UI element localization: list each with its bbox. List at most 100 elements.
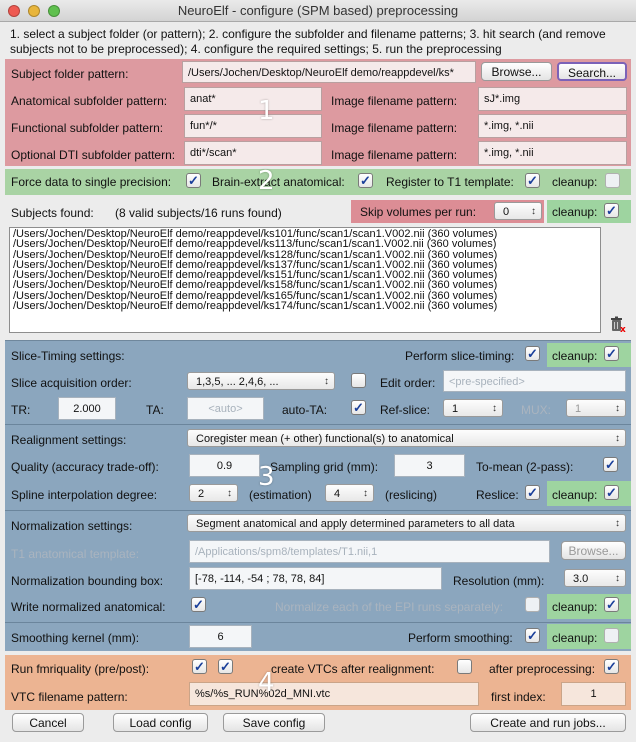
reslice-checkbox[interactable]: ✓ xyxy=(525,485,540,500)
fmriquality-post-checkbox[interactable]: ✓ xyxy=(218,659,233,674)
first-index-input[interactable]: 1 xyxy=(561,682,626,706)
tr-input[interactable]: 2.000 xyxy=(58,397,116,420)
reslice-label: Reslice: xyxy=(476,488,519,502)
write-anat-checkbox[interactable]: ✓ xyxy=(191,597,206,612)
edit-order-checkbox[interactable] xyxy=(351,373,366,388)
quality-input[interactable]: 0.9 xyxy=(189,454,260,477)
minimize-window-icon[interactable] xyxy=(28,5,40,17)
subjects-list[interactable]: /Users/Jochen/Desktop/NeuroElf demo/reap… xyxy=(9,227,601,333)
perform-smoothing-checkbox[interactable]: ✓ xyxy=(525,628,540,643)
section-marker-1: 1 xyxy=(258,96,275,126)
smoothing-cleanup-label: cleanup: xyxy=(552,631,598,645)
spline-label: Spline interpolation degree: xyxy=(11,488,158,502)
vtc-pattern-input[interactable]: %s/%s_RUN%02d_MNI.vtc xyxy=(189,682,479,706)
resolution-select[interactable]: 3.0 xyxy=(564,569,626,587)
bbox-input[interactable]: [-78, -114, -54 ; 78, 78, 84] xyxy=(189,567,442,590)
normalize-each-checkbox[interactable] xyxy=(525,597,540,612)
slice-timing-label: Slice-Timing settings: xyxy=(11,349,125,363)
brain-extract-checkbox[interactable]: ✓ xyxy=(358,173,373,188)
save-config-button[interactable]: Save config xyxy=(223,713,325,732)
t1-browse-button[interactable]: Browse... xyxy=(561,541,626,560)
func-image-input[interactable]: *.img, *.nii xyxy=(478,114,627,138)
subjects-cleanup-checkbox[interactable]: ✓ xyxy=(604,203,619,218)
spline-estimation-select[interactable]: 2 xyxy=(189,484,238,502)
norm-cleanup-checkbox[interactable]: ✓ xyxy=(604,597,619,612)
sampling-input[interactable]: 3 xyxy=(394,454,465,477)
after-preproc-checkbox[interactable]: ✓ xyxy=(604,659,619,674)
smoothing-input[interactable]: 6 xyxy=(189,625,252,648)
realign-cleanup-label: cleanup: xyxy=(552,488,598,502)
realign-select[interactable]: Coregister mean (+ other) functional(s) … xyxy=(187,429,626,447)
anat-subfolder-label: Anatomical subfolder pattern: xyxy=(11,94,168,108)
norm-select[interactable]: Segment anatomical and apply determined … xyxy=(187,514,626,532)
register-t1-label: Register to T1 template: xyxy=(386,175,514,189)
realign-cleanup-checkbox[interactable]: ✓ xyxy=(604,485,619,500)
dti-subfolder-label: Optional DTI subfolder pattern: xyxy=(11,148,176,162)
create-run-jobs-button[interactable]: Create and run jobs... xyxy=(470,713,626,732)
tr-label: TR: xyxy=(11,403,31,417)
fmriquality-label: Run fmriquality (pre/post): xyxy=(11,662,150,676)
slice-cleanup-checkbox[interactable]: ✓ xyxy=(604,346,619,361)
skip-volumes-stepper[interactable]: 0 xyxy=(494,202,542,220)
section-marker-3: 3 xyxy=(258,462,275,492)
perform-slice-timing-label: Perform slice-timing: xyxy=(405,349,515,363)
anat-image-input[interactable]: sJ*.img xyxy=(478,87,627,111)
list-item[interactable]: /Users/Jochen/Desktop/NeuroElf demo/reap… xyxy=(13,300,597,311)
create-vtcs-checkbox[interactable] xyxy=(457,659,472,674)
svg-text:x: x xyxy=(620,325,626,333)
subject-folder-label: Subject folder pattern: xyxy=(11,67,129,81)
section-marker-2: 2 xyxy=(258,166,275,196)
anat-image-label: Image filename pattern: xyxy=(331,94,458,108)
ref-slice-select[interactable]: 1 xyxy=(443,399,503,417)
perform-smoothing-label: Perform smoothing: xyxy=(408,631,513,645)
zoom-window-icon[interactable] xyxy=(48,5,60,17)
func-subfolder-input[interactable]: fun*/* xyxy=(184,114,322,138)
general-cleanup-label: cleanup: xyxy=(552,175,598,189)
acq-order-select[interactable]: 1,3,5, ... 2,4,6, ... xyxy=(187,372,335,390)
smoothing-label: Smoothing kernel (mm): xyxy=(11,631,140,645)
dti-image-input[interactable]: *.img, *.nii xyxy=(478,141,627,165)
write-anat-label: Write normalized anatomical: xyxy=(11,600,166,614)
norm-cleanup-label: cleanup: xyxy=(552,600,598,614)
load-config-button[interactable]: Load config xyxy=(113,713,208,732)
mux-select[interactable]: 1 xyxy=(566,399,626,417)
skip-volumes-label: Skip volumes per run: xyxy=(360,205,477,219)
general-cleanup-checkbox[interactable] xyxy=(605,173,620,188)
window-title: NeuroElf - configure (SPM based) preproc… xyxy=(177,3,459,18)
register-t1-checkbox[interactable]: ✓ xyxy=(525,173,540,188)
cancel-button[interactable]: Cancel xyxy=(12,713,84,732)
subjects-found-label: Subjects found: xyxy=(11,206,94,220)
func-subfolder-label: Functional subfolder pattern: xyxy=(11,121,164,135)
section-marker-4: 4 xyxy=(258,668,275,698)
auto-ta-label: auto-TA: xyxy=(282,403,328,417)
t1-template-input[interactable]: /Applications/spm8/templates/T1.nii,1 xyxy=(189,540,550,563)
smoothing-cleanup-checkbox[interactable] xyxy=(604,628,619,643)
subject-folder-input[interactable]: /Users/Jochen/Desktop/NeuroElf demo/reap… xyxy=(182,61,476,83)
close-window-icon[interactable] xyxy=(8,5,20,17)
sampling-label: Sampling grid (mm): xyxy=(270,460,379,474)
acq-order-label: Slice acquisition order: xyxy=(11,376,132,390)
spline-reslicing-select[interactable]: 4 xyxy=(325,484,374,502)
divider xyxy=(5,424,631,425)
single-precision-checkbox[interactable]: ✓ xyxy=(186,173,201,188)
fmriquality-pre-checkbox[interactable]: ✓ xyxy=(192,659,207,674)
ta-input[interactable]: <auto> xyxy=(187,397,264,420)
vtc-pattern-label: VTC filename pattern: xyxy=(11,690,128,704)
to-mean-checkbox[interactable]: ✓ xyxy=(603,457,618,472)
anat-subfolder-input[interactable]: anat* xyxy=(184,87,322,111)
perform-slice-timing-checkbox[interactable]: ✓ xyxy=(525,346,540,361)
subjects-cleanup-label: cleanup: xyxy=(552,205,598,219)
create-vtcs-label: create VTCs after realignment: xyxy=(271,662,435,676)
search-button[interactable]: Search... xyxy=(557,62,627,81)
browse-button[interactable]: Browse... xyxy=(481,62,552,81)
edit-order-input[interactable]: <pre-specified> xyxy=(443,370,626,392)
trash-delete-icon[interactable]: x xyxy=(608,315,626,335)
ta-label: TA: xyxy=(146,403,164,417)
dti-image-label: Image filename pattern: xyxy=(331,148,458,162)
slice-cleanup-label: cleanup: xyxy=(552,349,598,363)
dti-subfolder-input[interactable]: dti*/scan* xyxy=(184,141,322,165)
auto-ta-checkbox[interactable]: ✓ xyxy=(351,400,366,415)
divider xyxy=(5,510,631,511)
resolution-label: Resolution (mm): xyxy=(453,574,545,588)
brain-extract-label: Brain-extract anatomical: xyxy=(212,175,345,189)
